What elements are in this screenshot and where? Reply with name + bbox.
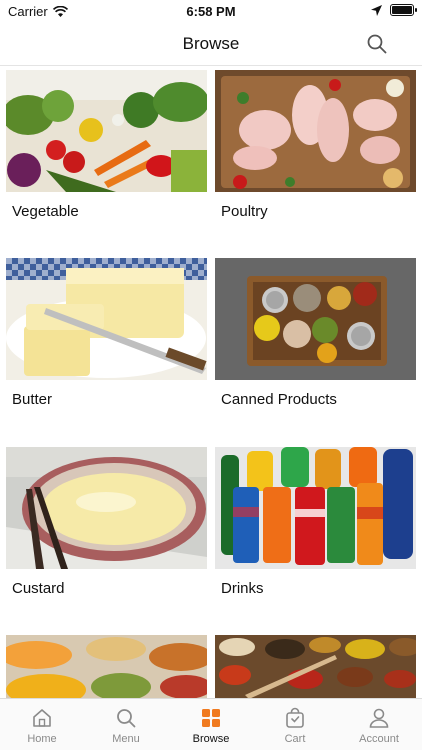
drinks-image <box>215 447 416 569</box>
home-icon <box>33 709 51 727</box>
butter-image <box>6 258 207 380</box>
tab-label: Account <box>359 733 399 745</box>
poultry-image <box>215 70 416 192</box>
category-card-spices[interactable] <box>215 635 416 698</box>
canned-products-image <box>215 258 416 380</box>
clock: 6:58 PM <box>186 4 236 19</box>
category-label: Custard <box>12 580 65 597</box>
status-bar: Carrier 6:58 PM <box>0 0 422 22</box>
grid-icon <box>202 709 220 727</box>
battery-icon <box>390 4 417 16</box>
navigation-bar: Browse <box>0 22 422 66</box>
category-label: Butter <box>12 391 53 408</box>
category-label: Drinks <box>221 580 264 597</box>
category-card-custard[interactable]: Custard <box>6 447 207 597</box>
vegetable-image <box>6 70 207 192</box>
category-card-butter[interactable]: Butter <box>6 258 207 408</box>
search-icon[interactable] <box>366 33 388 55</box>
bag-icon <box>286 707 304 728</box>
category-grid: Vegetable Poultry Butter Canned Products… <box>0 66 422 698</box>
location-arrow-icon <box>371 4 382 16</box>
category-card-poultry[interactable]: Poultry <box>215 70 416 220</box>
tab-label: Cart <box>284 733 306 745</box>
page-title: Browse <box>182 34 240 53</box>
category-card-vegetable[interactable]: Vegetable <box>6 70 207 220</box>
custard-image <box>6 447 207 569</box>
category-label: Vegetable <box>12 203 79 220</box>
category-card-canned-products[interactable]: Canned Products <box>215 258 416 408</box>
tab-menu[interactable]: Menu <box>84 703 168 745</box>
category-card-soups[interactable] <box>6 635 207 698</box>
category-label: Canned Products <box>221 391 337 408</box>
category-label: Poultry <box>221 203 268 220</box>
tab-label: Browse <box>192 733 230 745</box>
person-icon <box>369 708 389 728</box>
tab-bar: Home Menu Browse Cart Account <box>0 698 422 750</box>
tab-home[interactable]: Home <box>0 703 84 745</box>
search-icon <box>117 709 136 728</box>
category-card-drinks[interactable]: Drinks <box>215 447 416 597</box>
soups-image <box>6 635 207 698</box>
tab-label: Home <box>27 733 57 745</box>
tab-label: Menu <box>112 733 140 745</box>
tab-browse[interactable]: Browse <box>169 703 253 745</box>
tab-account[interactable]: Account <box>337 703 421 745</box>
tab-cart[interactable]: Cart <box>253 703 337 745</box>
spices-image <box>215 635 416 698</box>
